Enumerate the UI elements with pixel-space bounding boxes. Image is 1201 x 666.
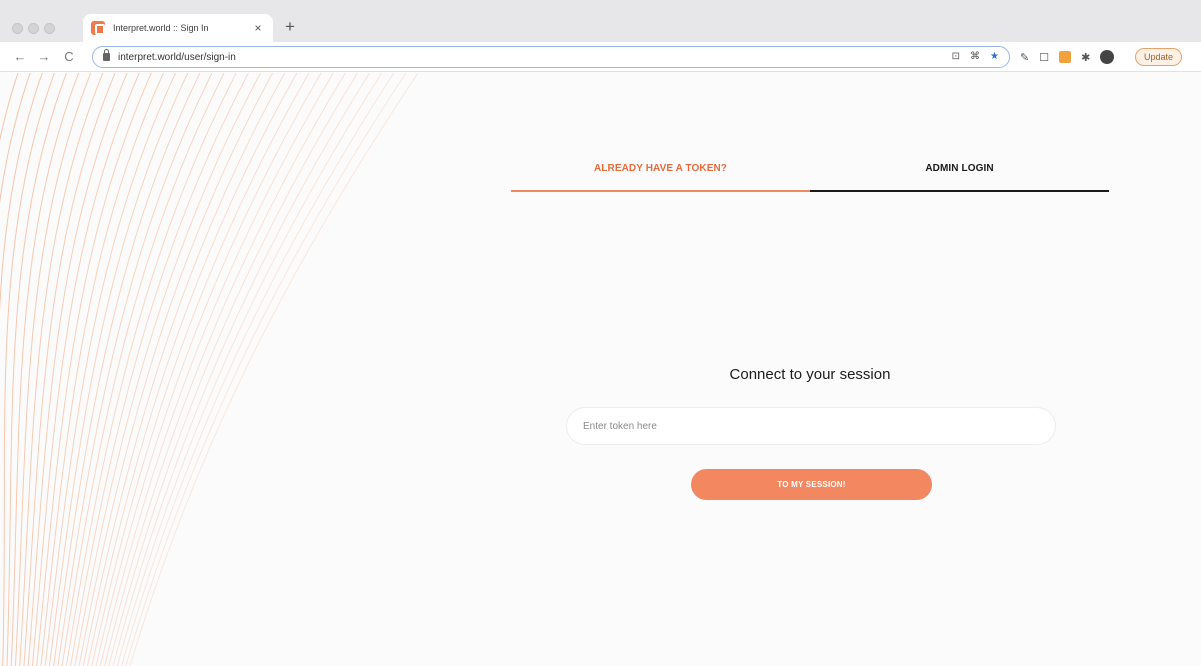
- decorative-wave-lines: [0, 73, 419, 666]
- token-input[interactable]: [566, 407, 1056, 445]
- bookmark-star-icon[interactable]: ★: [990, 51, 999, 62]
- wave-line: [78, 73, 273, 666]
- close-tab-icon[interactable]: ×: [251, 21, 265, 35]
- wave-line: [116, 73, 383, 666]
- new-tab-button[interactable]: +: [281, 17, 299, 37]
- tab-admin-login[interactable]: ADMIN LOGIN: [810, 150, 1109, 192]
- forward-button[interactable]: →: [37, 49, 51, 65]
- wave-line: [44, 73, 177, 666]
- browser-tab[interactable]: Interpret.world :: Sign In ×: [83, 14, 273, 42]
- wave-line: [112, 73, 370, 666]
- wave-line: [87, 73, 298, 666]
- minimize-window-button[interactable]: [28, 23, 39, 34]
- extension-icon[interactable]: [1059, 51, 1072, 63]
- to-my-session-button[interactable]: TO MY SESSION!: [691, 469, 932, 500]
- maximize-window-button[interactable]: [44, 23, 55, 34]
- tab-already-have-token[interactable]: ALREADY HAVE A TOKEN?: [511, 150, 810, 192]
- window-controls: [12, 23, 55, 34]
- sign-in-page: ALREADY HAVE A TOKEN? ADMIN LOGIN Connec…: [0, 73, 1201, 666]
- tab-title: Interpret.world :: Sign In: [113, 23, 209, 33]
- wave-line: [91, 73, 310, 666]
- wave-line: [104, 73, 346, 666]
- wave-line: [10, 73, 80, 666]
- session-heading: Connect to your session: [729, 366, 891, 383]
- wave-line: [2, 73, 55, 666]
- wave-line: [125, 73, 407, 666]
- profile-avatar[interactable]: [1100, 50, 1115, 64]
- wave-line: [53, 73, 201, 666]
- browser-window: Interpret.world :: Sign In × + ← → C int…: [0, 0, 1201, 666]
- shortcut-icon[interactable]: ⌘: [970, 51, 980, 62]
- browser-toolbar: ← → C interpret.world/user/sign-in ⊡ ⌘ ★…: [0, 42, 1201, 72]
- capture-icon[interactable]: ☐: [1039, 51, 1049, 64]
- favicon-icon: [91, 21, 105, 35]
- address-bar[interactable]: interpret.world/user/sign-in ⊡ ⌘ ★: [92, 46, 1010, 68]
- close-window-button[interactable]: [12, 23, 23, 34]
- wave-line: [121, 73, 395, 666]
- reload-button[interactable]: C: [62, 49, 76, 65]
- eyedropper-icon[interactable]: ✎: [1020, 51, 1029, 64]
- wave-line: [14, 73, 92, 666]
- cast-icon[interactable]: ⊡: [952, 51, 960, 62]
- update-button[interactable]: Update: [1135, 48, 1183, 66]
- lock-icon[interactable]: [103, 49, 110, 61]
- wave-line: [108, 73, 358, 666]
- wave-line: [95, 73, 322, 666]
- auth-tabs: ALREADY HAVE A TOKEN? ADMIN LOGIN: [511, 150, 1109, 192]
- puzzle-icon[interactable]: ✱: [1081, 51, 1090, 64]
- wave-line: [57, 73, 213, 666]
- url-text: interpret.world/user/sign-in: [118, 51, 236, 63]
- extensions-bar: ✎ ☐ ✱: [1020, 50, 1115, 64]
- wave-line: [6, 73, 67, 666]
- back-button[interactable]: ←: [13, 49, 27, 65]
- tab-strip: Interpret.world :: Sign In × +: [0, 0, 1201, 42]
